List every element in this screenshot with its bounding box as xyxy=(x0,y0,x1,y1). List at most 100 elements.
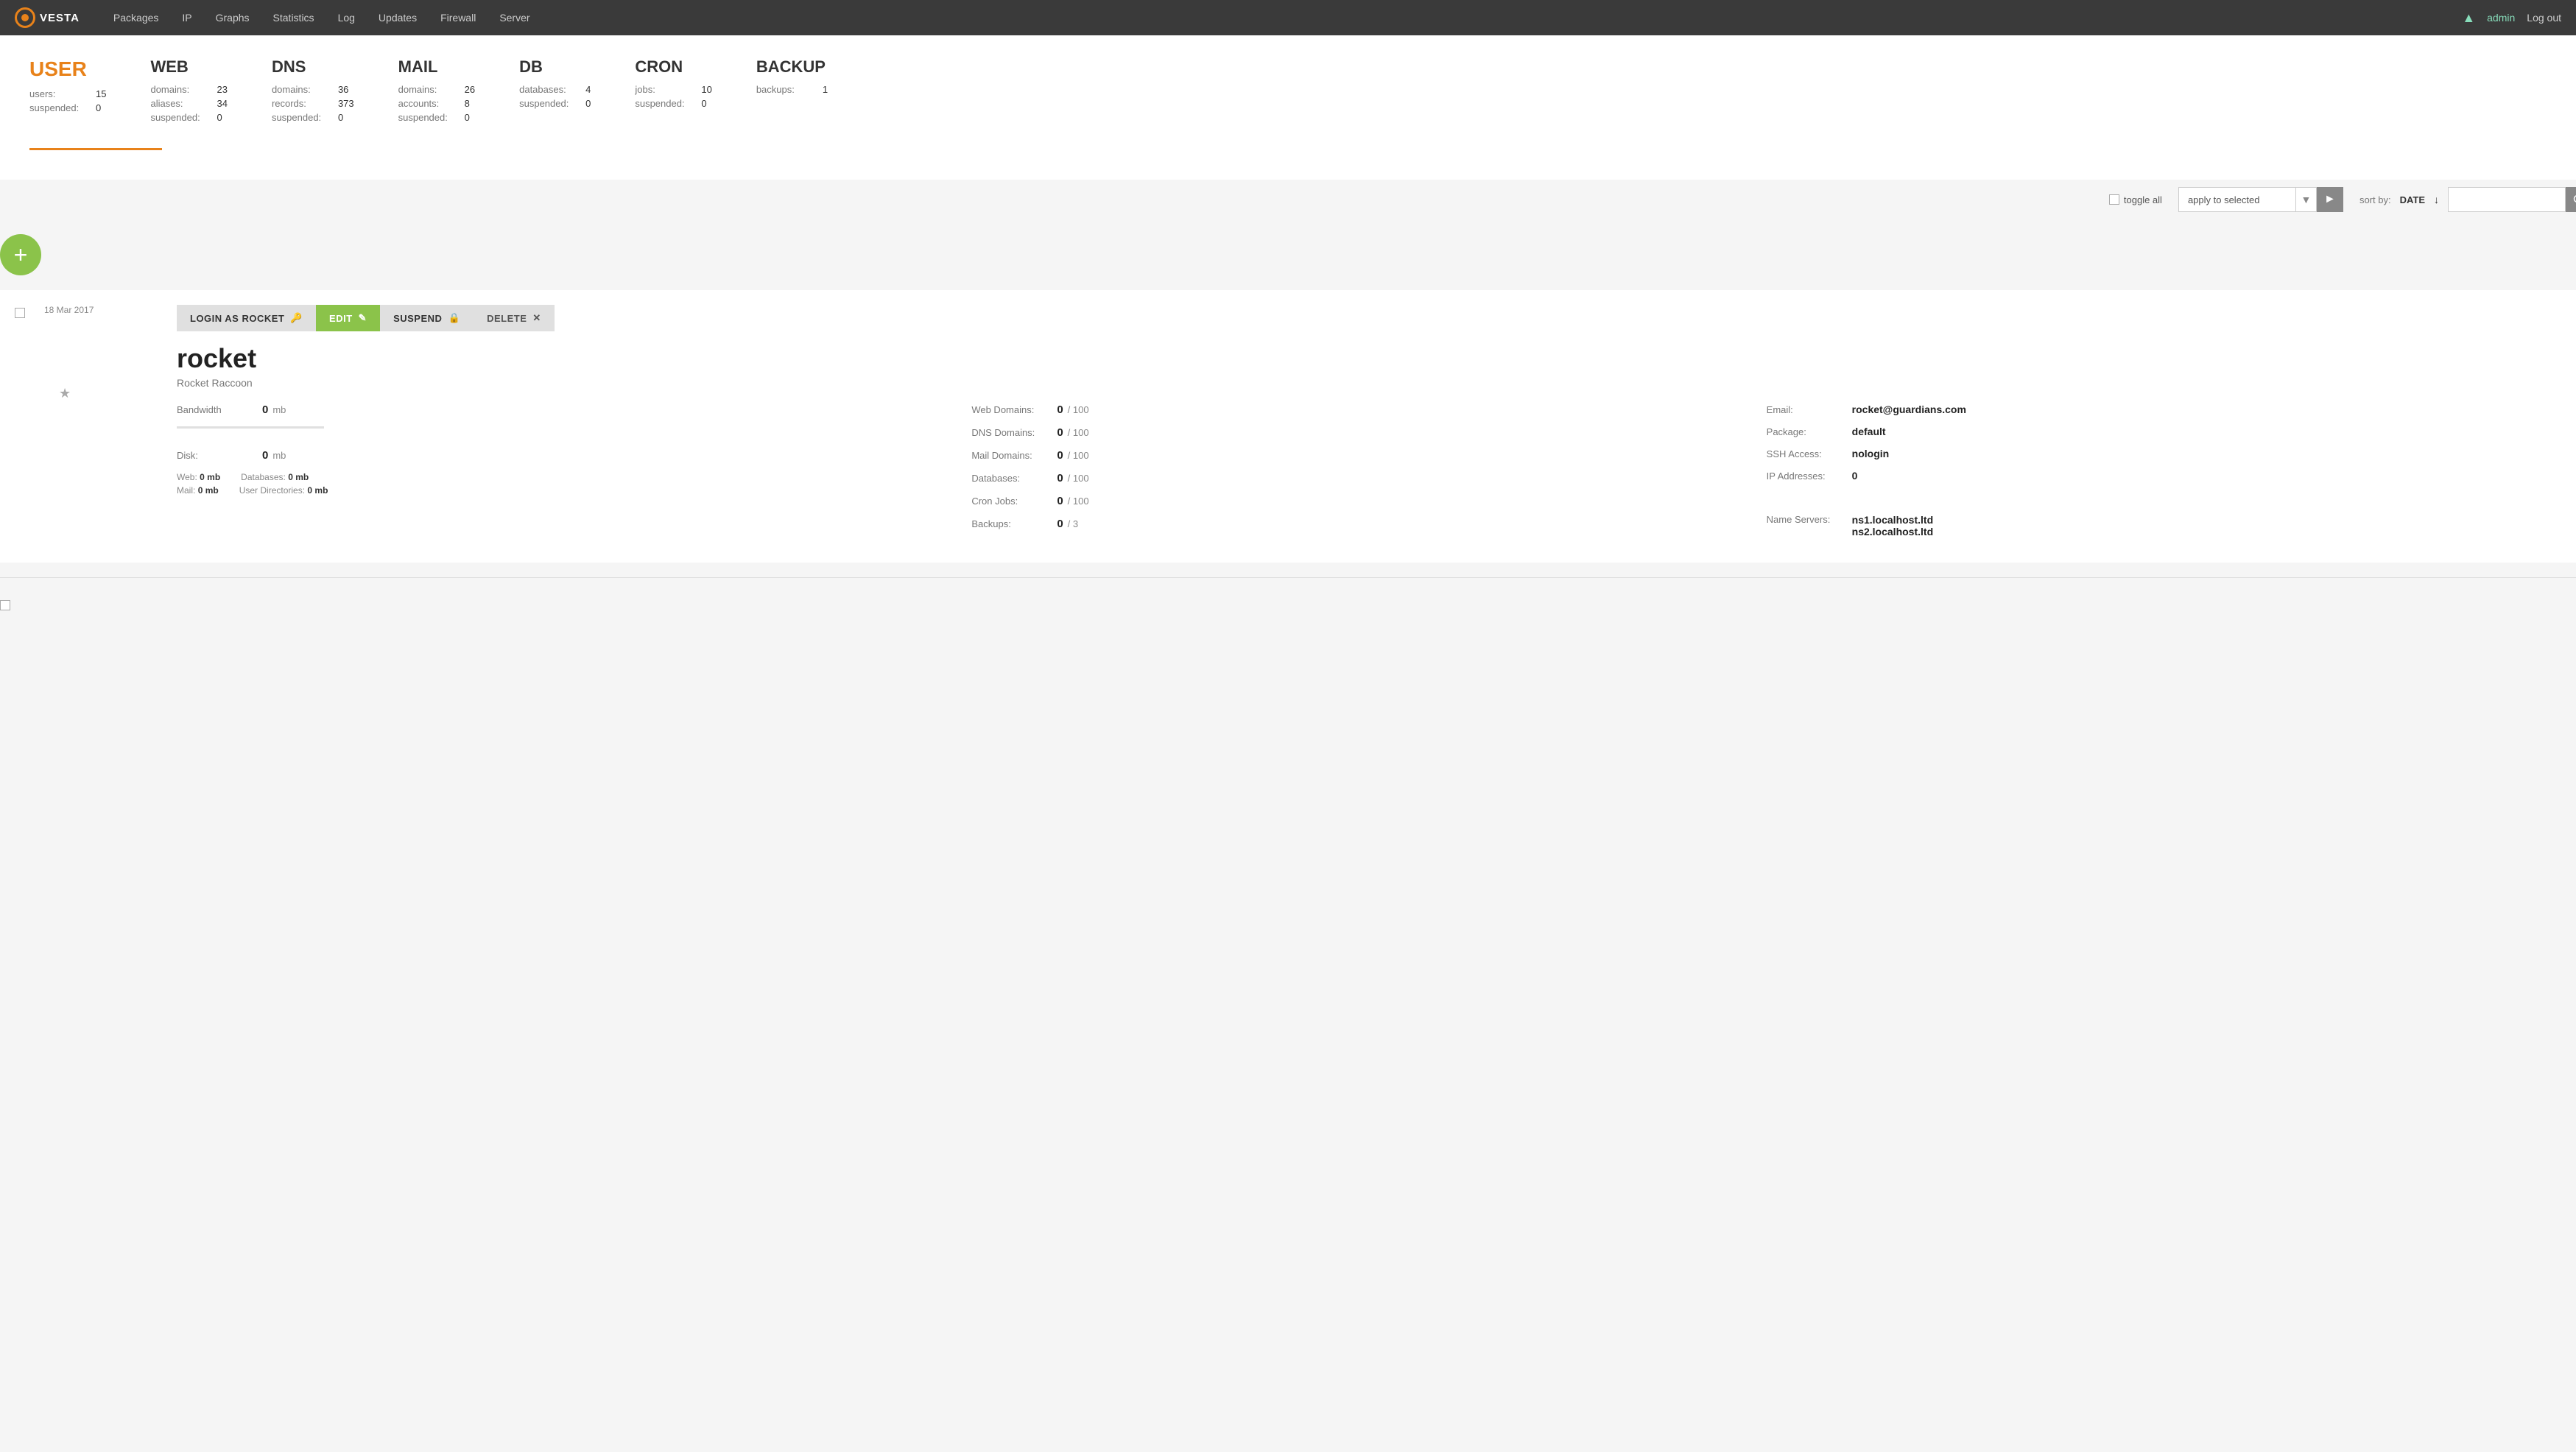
bandwidth-label: Bandwidth xyxy=(177,404,258,415)
cron-suspended-value: 0 xyxy=(701,98,706,109)
ssh-stat: SSH Access: nologin xyxy=(1767,448,2561,459)
disk-unit: mb xyxy=(272,450,286,461)
users-label: users: xyxy=(29,88,88,99)
toolbar: toggle all apply to selected ▼ ► sort by… xyxy=(0,180,2576,219)
web-domains-label: domains: xyxy=(150,84,209,95)
dns-suspended-label: suspended: xyxy=(272,112,331,123)
cron-jobs-stat: Cron Jobs: 0 / 100 xyxy=(971,495,1766,507)
close-icon: ✕ xyxy=(532,312,541,324)
db-suspended-label: suspended: xyxy=(519,98,578,109)
user-fullname: Rocket Raccoon xyxy=(177,377,2561,389)
suspend-button[interactable]: SUSPEND 🔒 xyxy=(380,305,474,331)
bottom-checkbox[interactable] xyxy=(0,600,10,610)
web-suspended-label: suspended: xyxy=(150,112,209,123)
email-stat-label: Email: xyxy=(1767,404,1848,415)
search-button[interactable] xyxy=(2566,187,2576,212)
backups-stat: Backups: 0 / 3 xyxy=(971,518,1766,530)
apply-to-selected-select[interactable]: apply to selected xyxy=(2178,187,2296,212)
web-title: WEB xyxy=(150,57,227,77)
mail-domains-stat-value: 0 xyxy=(1057,449,1063,462)
star-icon[interactable]: ★ xyxy=(59,386,71,401)
bandwidth-stat: Bandwidth 0 mb xyxy=(177,403,971,429)
nav-ip[interactable]: IP xyxy=(170,0,203,35)
ns-stat-value1: ns1.localhost.ltd xyxy=(1852,514,1933,526)
nav-packages[interactable]: Packages xyxy=(102,0,170,35)
sort-by-label: sort by: xyxy=(2359,194,2391,205)
ssh-stat-value: nologin xyxy=(1852,448,1890,459)
mail-domains-value: 26 xyxy=(465,84,475,95)
nav-statistics[interactable]: Statistics xyxy=(261,0,326,35)
dns-stats-table: domains: 36 records: 373 suspended: 0 xyxy=(272,84,354,123)
mail-title: MAIL xyxy=(398,57,475,77)
db-databases-label: databases: xyxy=(519,84,578,95)
disk-value: 0 xyxy=(262,449,268,462)
user-stats: USER users: 15 suspended: 0 xyxy=(29,57,106,116)
users-value: 15 xyxy=(96,88,106,99)
mail-accounts-label: accounts: xyxy=(398,98,457,109)
navbar: VESTA Packages IP Graphs Statistics Log … xyxy=(0,0,2576,35)
dns-title: DNS xyxy=(272,57,354,77)
dns-records-label: records: xyxy=(272,98,331,109)
main-content: USER users: 15 suspended: 0 WEB domains:… xyxy=(0,35,2576,180)
dns-domains-stat-value: 0 xyxy=(1057,426,1063,439)
key-icon: 🔑 xyxy=(290,312,303,324)
databases-disk-value: 0 mb xyxy=(288,472,309,482)
nav-log[interactable]: Log xyxy=(326,0,367,35)
nav-firewall[interactable]: Firewall xyxy=(429,0,488,35)
web-disk-value: 0 mb xyxy=(200,472,220,482)
web-domains-value: 23 xyxy=(217,84,227,95)
db-databases-value: 4 xyxy=(585,84,591,95)
nav-right: ▲ admin Log out xyxy=(2462,10,2561,26)
dns-records-value: 373 xyxy=(338,98,354,109)
nav-server[interactable]: Server xyxy=(488,0,541,35)
bandwidth-unit: mb xyxy=(272,404,286,415)
cron-jobs-stat-value: 0 xyxy=(1057,495,1063,507)
ns-stat-value2: ns2.localhost.ltd xyxy=(1852,526,1933,538)
web-disk-label: Web: xyxy=(177,472,197,482)
mail-domains-stat-label: Mail Domains: xyxy=(971,450,1052,461)
web-suspended-value: 0 xyxy=(217,112,222,123)
mail-suspended-value: 0 xyxy=(465,112,470,123)
sort-by-value[interactable]: DATE xyxy=(2400,194,2425,205)
nav-updates[interactable]: Updates xyxy=(367,0,429,35)
logout-button[interactable]: Log out xyxy=(2527,12,2561,24)
username: rocket xyxy=(177,343,2561,374)
login-as-rocket-button[interactable]: LOGIN AS ROCKET 🔑 xyxy=(177,305,316,331)
databases-disk-label: Databases: xyxy=(241,472,286,482)
user-suspended-label: suspended: xyxy=(29,102,88,113)
mail-domains-label: domains: xyxy=(398,84,457,95)
user-card-checkbox[interactable] xyxy=(15,308,25,318)
bandwidth-value: 0 xyxy=(262,403,268,416)
brand-name: VESTA xyxy=(40,12,80,24)
nav-graphs[interactable]: Graphs xyxy=(204,0,261,35)
apply-select-wrap: apply to selected ▼ ► xyxy=(2178,187,2343,212)
databases-disk-stat: Databases: 0 mb xyxy=(241,472,309,482)
user-title: USER xyxy=(29,57,106,81)
web-aliases-value: 34 xyxy=(217,98,227,109)
apply-go-button[interactable]: ► xyxy=(2317,187,2343,212)
package-stat-label: Package: xyxy=(1767,426,1848,437)
user-card-date: 18 Mar 2017 xyxy=(44,305,94,315)
backup-backups-value: 1 xyxy=(823,84,828,95)
mail-disk-stat: Mail: 0 mb xyxy=(177,485,219,496)
backups-stat-value: 0 xyxy=(1057,518,1063,530)
dns-domains-label: domains: xyxy=(272,84,331,95)
web-domains-stat-value: 0 xyxy=(1057,403,1063,416)
user-stats-table: users: 15 suspended: 0 xyxy=(29,88,106,113)
databases2-stat: Databases: 0 / 100 xyxy=(971,472,1766,484)
chevron-down-icon: ▼ xyxy=(2296,187,2317,212)
notification-icon[interactable]: ▲ xyxy=(2462,10,2475,26)
toggle-all-checkbox[interactable] xyxy=(2109,194,2119,205)
delete-button[interactable]: DELETE ✕ xyxy=(474,305,555,331)
db-stats: DB databases: 4 suspended: 0 xyxy=(519,57,591,112)
user-list-area: + 18 Mar 2017 ★ LOGIN AS ROCKET 🔑 EDIT ✎… xyxy=(0,219,2576,632)
search-input[interactable] xyxy=(2448,187,2566,212)
search-wrap xyxy=(2448,187,2576,212)
bottom-checkbox-row xyxy=(0,593,2576,618)
toggle-all-label: toggle all xyxy=(2124,194,2162,205)
admin-link[interactable]: admin xyxy=(2487,12,2515,24)
edit-button[interactable]: EDIT ✎ xyxy=(316,305,380,331)
dns-domains-stat-label: DNS Domains: xyxy=(971,427,1052,438)
add-user-button[interactable]: + xyxy=(0,234,41,275)
backup-stats-table: backups: 1 xyxy=(756,84,828,95)
